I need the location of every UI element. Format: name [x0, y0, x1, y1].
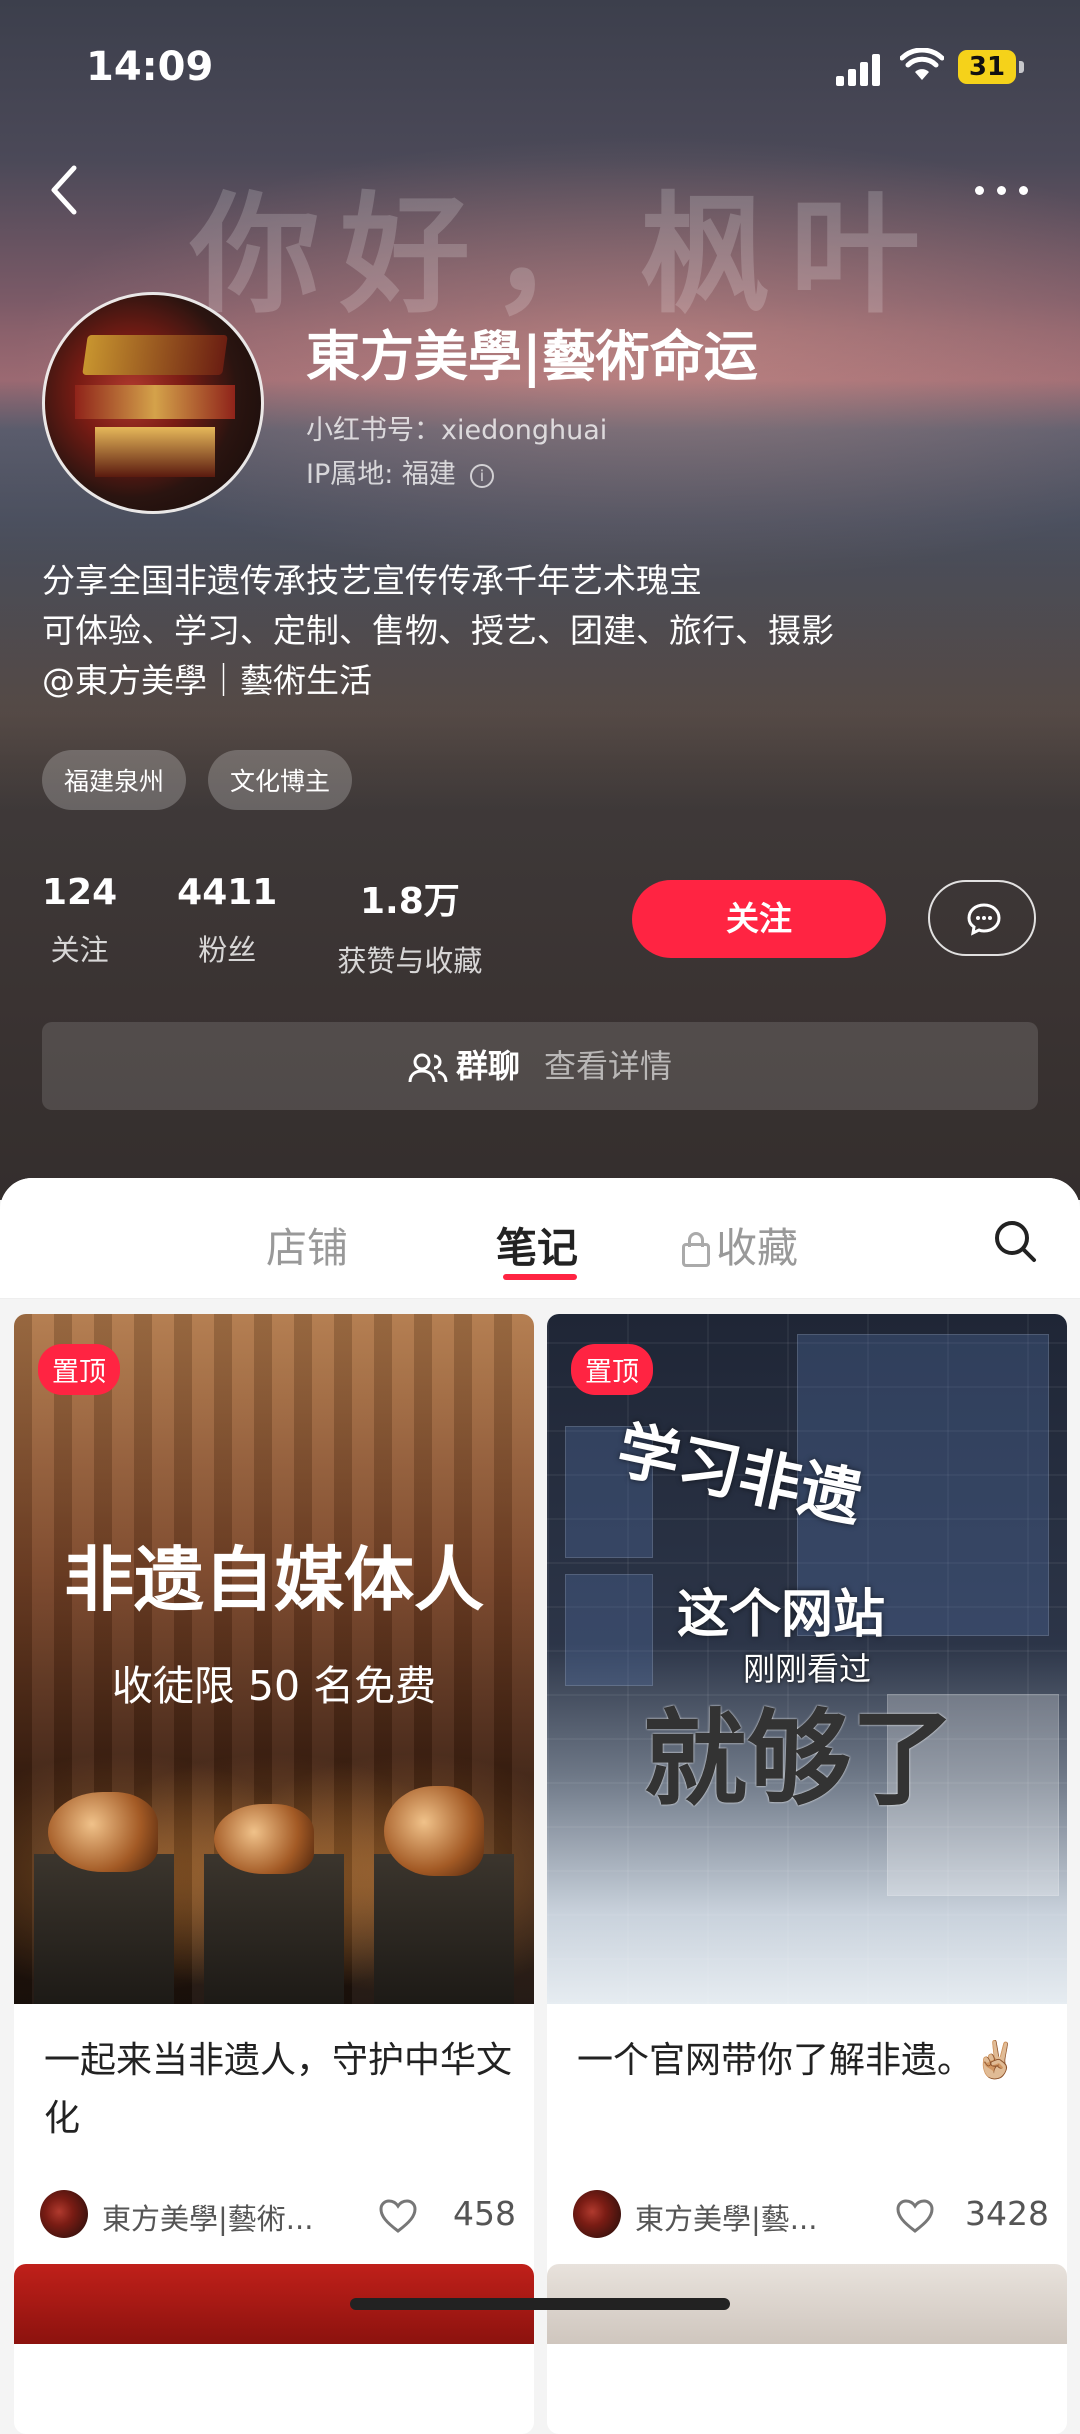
cover-headline: 非遗自媒体人: [64, 1539, 484, 1621]
ip-location-text: IP属地: 福建: [306, 459, 456, 490]
group-chat-title: 群聊: [455, 1047, 520, 1085]
stat-label: 获赞与收藏: [337, 944, 483, 978]
author-avatar[interactable]: [40, 2190, 88, 2238]
tab-collections-label: 收藏: [716, 1224, 798, 1272]
active-tab-indicator: [503, 1274, 577, 1280]
follow-button[interactable]: 关注: [632, 880, 886, 958]
status-bar: 14:09 31: [0, 40, 1080, 100]
note-cover-image: 非遗自媒体人 收徒限 50 名免费 置顶: [14, 1314, 534, 2004]
background-watermark-text: 你好，枫叶: [190, 178, 941, 331]
bio-line: 分享全国非遗传承技艺宣传传承千年艺术瑰宝: [42, 561, 702, 600]
heart-icon[interactable]: [895, 2198, 935, 2234]
tab-store[interactable]: 店铺: [266, 1214, 348, 1274]
stat-followers[interactable]: 4411 粉丝: [177, 872, 277, 980]
ip-location: IP属地: 福建 i: [306, 452, 494, 491]
author-avatar[interactable]: [573, 2190, 621, 2238]
battery-icon: 31: [958, 50, 1024, 84]
search-icon[interactable]: [992, 1218, 1038, 1264]
note-title: 一起来当非遗人，守护中华文化: [44, 2040, 513, 2139]
author-name[interactable]: 東方美學|藝...: [635, 2196, 817, 2238]
group-chat-detail: 查看详情: [544, 1047, 673, 1085]
redbook-id: 小红书号：xiedonghuai: [306, 415, 608, 446]
stat-likes-collects[interactable]: 1.8万 获赞与收藏: [337, 872, 482, 980]
cover-subline: 这个网站: [677, 1585, 886, 1645]
stat-label: 粉丝: [198, 933, 257, 967]
note-title: 一个官网带你了解非遗。✌🏼: [577, 2040, 1018, 2081]
pinned-badge: 置顶: [571, 1344, 653, 1395]
tag-location: 福建泉州: [42, 750, 187, 810]
wifi-icon: [900, 48, 944, 80]
note-cover-image: 学习非遗 这个网站 就够了 刚刚看过 置顶: [547, 1314, 1067, 2004]
like-count: 458: [453, 2194, 516, 2233]
chat-bubble-icon: [967, 903, 1001, 936]
tab-bar: 店铺 笔记 收藏: [0, 1178, 1080, 1299]
recently-viewed-label: 刚刚看过: [742, 1650, 871, 1688]
more-options-icon[interactable]: [975, 180, 1035, 200]
home-indicator: [350, 2298, 730, 2310]
note-meta: 東方美學|藝術... 458: [40, 2190, 516, 2240]
stat-number: 124: [42, 872, 118, 913]
avatar[interactable]: [42, 292, 264, 514]
bio-mention-link[interactable]: @東方美學｜藝術生活: [42, 656, 834, 706]
back-icon[interactable]: [44, 160, 84, 220]
stat-following[interactable]: 124 关注: [42, 872, 117, 980]
tab-notes[interactable]: 笔记: [496, 1214, 578, 1274]
group-chat-bar[interactable]: 群聊 查看详情: [42, 1022, 1038, 1110]
group-icon: [408, 1053, 448, 1083]
cover-big-text: 就够了: [643, 1698, 956, 1820]
profile-stats: 124 关注 4411 粉丝 1.8万 获赞与收藏: [42, 872, 542, 980]
note-meta: 東方美學|藝... 3428: [573, 2190, 1049, 2240]
signal-icon: [836, 52, 886, 86]
message-button[interactable]: [928, 880, 1036, 956]
author-name[interactable]: 東方美學|藝術...: [102, 2196, 313, 2238]
profile-name: 東方美學|藝術命运: [306, 325, 758, 388]
heart-icon[interactable]: [378, 2198, 418, 2234]
profile-bio: 分享全国非遗传承技艺宣传传承千年艺术瑰宝 可体验、学习、定制、售物、授艺、团建、…: [42, 556, 834, 706]
profile-tags: 福建泉州 文化博主: [42, 750, 353, 810]
cover-subline: 收徒限 50 名免费: [111, 1662, 437, 1710]
info-icon[interactable]: i: [469, 463, 494, 488]
tag-category: 文化博主: [208, 750, 353, 810]
like-count: 3428: [965, 2194, 1049, 2233]
bio-line: 可体验、学习、定制、售物、授艺、团建、旅行、摄影: [42, 611, 834, 650]
stat-number: 4411: [177, 872, 278, 913]
content-panel: 店铺 笔记 收藏 非遗自媒体人 收徒限 50 名免费 置顶 一起来当非遗人，守护…: [0, 1178, 1080, 2434]
tab-collections[interactable]: 收藏: [682, 1214, 798, 1274]
stat-number: 1.8万: [359, 881, 460, 922]
stat-label: 关注: [50, 933, 109, 967]
lock-icon: [682, 1232, 710, 1267]
pinned-badge: 置顶: [38, 1344, 120, 1395]
status-time: 14:09: [86, 44, 214, 90]
